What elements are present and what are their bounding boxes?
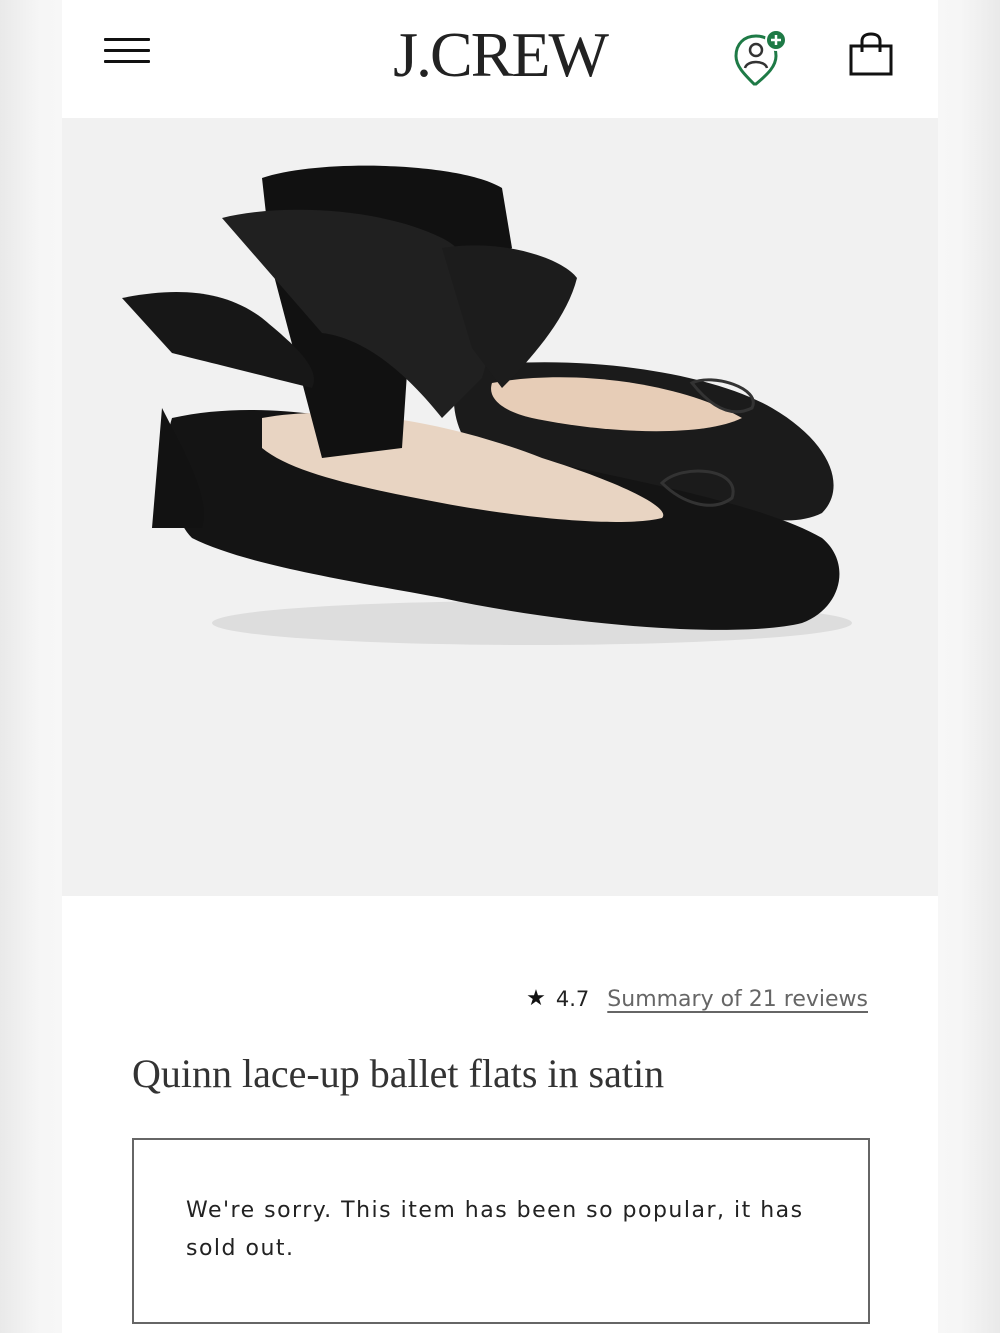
sold-out-notice: We're sorry. This item has been so popul… [132, 1138, 870, 1324]
rating-summary: ★ 4.7 Summary of 21 reviews [526, 982, 868, 1016]
site-header: J.CREW [62, 0, 938, 118]
product-image[interactable] [62, 118, 938, 896]
shopping-bag-icon[interactable] [846, 30, 896, 80]
store-location-icon[interactable] [730, 26, 794, 90]
reviews-summary-link[interactable]: Summary of 21 reviews [607, 987, 868, 1012]
page: J.CREW ★ 4.7 Summary of 21 reviews Quinn… [62, 0, 938, 1333]
star-icon: ★ [526, 986, 546, 1011]
rating-value: ★ 4.7 [526, 987, 589, 1011]
rating-number: 4.7 [555, 987, 590, 1011]
product-title: Quinn lace-up ballet flats in satin [132, 1051, 665, 1096]
sold-out-message: We're sorry. This item has been so popul… [186, 1198, 804, 1261]
brand-logo[interactable]: J.CREW [62, 18, 938, 92]
